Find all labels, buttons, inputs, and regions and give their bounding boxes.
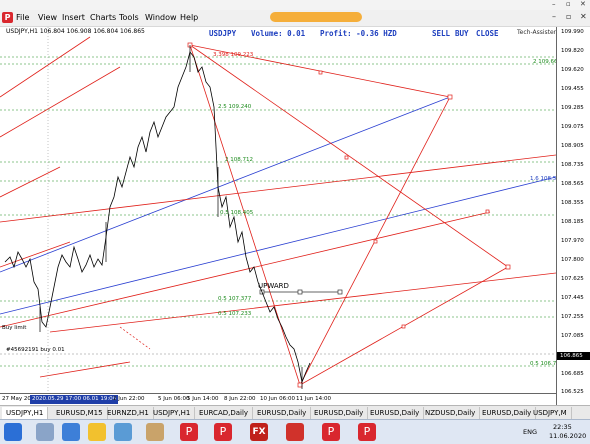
price-tick: 108.185: [561, 219, 584, 225]
chart-drawing-canvas[interactable]: [0, 27, 556, 393]
menu-window[interactable]: Window: [145, 13, 177, 22]
menu-file[interactable]: File: [16, 13, 29, 22]
media-icon[interactable]: [114, 423, 132, 441]
candlestick-series: [4, 51, 311, 384]
price-tick: 109.820: [561, 48, 584, 54]
fib-label: 2.5 109.240: [218, 104, 252, 110]
price-tick: 107.970: [561, 238, 584, 244]
price-tick: 107.445: [561, 295, 584, 301]
fib-label: 0.5 108.405: [220, 210, 254, 216]
folder-icon[interactable]: [88, 423, 106, 441]
time-tick: 5 Jun 06:00: [158, 396, 190, 402]
price-tick: 109.075: [561, 124, 584, 130]
minimize-button[interactable]: –: [552, 12, 556, 21]
candle-wicks: [39, 45, 303, 389]
volume-label[interactable]: Volume: 0.01: [251, 29, 305, 38]
price-chart[interactable]: USDJPY,H1 106.804 106.908 106.804 106.86…: [0, 27, 590, 405]
fib-label: 0.5 107.233: [218, 311, 252, 317]
profit-label: Profit: -0.36 HZD: [320, 29, 397, 38]
tech-assistant-label: Tech-Assistent: [517, 29, 560, 36]
chart-tab[interactable]: EURUSD,Daily: [366, 407, 425, 419]
file-explorer-icon[interactable]: [36, 423, 54, 441]
buy-button[interactable]: BUY: [455, 29, 469, 38]
close-button[interactable]: ✕: [580, 12, 587, 21]
fib-label: 0.5 107.377: [218, 296, 252, 302]
chart-tab[interactable]: EURUSD,Daily: [310, 407, 369, 419]
price-tick: 108.565: [561, 181, 584, 187]
fib-label: 3.398 109.223: [213, 52, 254, 58]
restore-button[interactable]: ▫: [566, 12, 571, 21]
projection-line[interactable]: [119, 326, 151, 350]
app-close-button[interactable]: ✕: [580, 0, 586, 8]
terminal-app-icon[interactable]: P: [322, 423, 340, 441]
time-tick: 8 Jun 22:00: [224, 396, 256, 402]
close-position-button[interactable]: CLOSE: [476, 29, 499, 38]
app-restore-button[interactable]: ▫: [566, 0, 571, 8]
chart-tab[interactable]: NZDUSD,Daily: [421, 407, 481, 419]
terminal-app-icon[interactable]: P: [358, 423, 376, 441]
blurred-account-region: [270, 12, 362, 22]
time-tick: 2 Jun 22:00: [113, 396, 145, 402]
chart-tab[interactable]: EURUSD,M15: [52, 407, 108, 419]
windows-start-icon[interactable]: [4, 423, 22, 441]
price-axis[interactable]: 109.990 109.820 109.620 109.455 109.285 …: [556, 27, 590, 405]
price-tick: 107.625: [561, 276, 584, 282]
price-tick: 109.620: [561, 67, 584, 73]
chart-tab[interactable]: USDJPY,H1: [2, 407, 49, 419]
app-minimize-button[interactable]: –: [552, 0, 556, 8]
price-tick: 107.800: [561, 257, 584, 263]
chart-tab[interactable]: EURCAD,Daily: [195, 407, 254, 419]
chart-tab[interactable]: USDJPY,H1: [149, 407, 196, 419]
time-tick: 5 Jun 14:00: [187, 396, 219, 402]
browser-icon[interactable]: [62, 423, 80, 441]
menu-insert[interactable]: Insert: [62, 13, 85, 22]
chart-tab[interactable]: EURNZD,H1: [103, 407, 154, 419]
menu-view[interactable]: View: [38, 13, 57, 22]
fib-label: 2 108.712: [225, 157, 253, 163]
clock-time[interactable]: 22:35: [553, 423, 572, 431]
chart-title: USDJPY,H1 106.804 106.908 106.804 106.86…: [6, 28, 145, 35]
clock-date[interactable]: 11.06.2020: [549, 432, 586, 440]
chart-tab[interactable]: USDJPY,M: [529, 407, 572, 419]
price-tick: 106.525: [561, 389, 584, 395]
chart-tab[interactable]: EURUSD,Daily: [253, 407, 312, 419]
order-label[interactable]: #45692191 buy 0.01: [6, 347, 65, 353]
price-tick: 108.905: [561, 143, 584, 149]
price-tick: 109.990: [561, 29, 584, 35]
language-indicator[interactable]: ENG: [523, 428, 537, 436]
windows-taskbar: P P FX P P ENG 22:35 11.06.2020: [0, 419, 590, 444]
price-tick: 107.085: [561, 333, 584, 339]
symbol-label: USDJPY: [209, 29, 237, 38]
price-tick: 108.355: [561, 200, 584, 206]
time-tick: 27 May 20: [2, 396, 31, 402]
terminal-app-icon[interactable]: P: [214, 423, 232, 441]
price-tick: 106.685: [561, 371, 584, 377]
upward-label[interactable]: UPWARD: [258, 282, 289, 290]
menu-bar: P File View Insert Charts Tools Window H…: [0, 10, 590, 27]
app-logo-icon[interactable]: P: [2, 12, 13, 23]
menu-charts[interactable]: Charts: [90, 13, 116, 22]
chart-tabs: USDJPY,H1 EURUSD,M15 EURNZD,H1 USDJPY,H1…: [0, 405, 590, 420]
current-price-marker: 106.865: [557, 352, 590, 360]
terminal-app-icon[interactable]: P: [180, 423, 198, 441]
price-tick: 109.455: [561, 86, 584, 92]
buy-limit-label[interactable]: Buy limit: [2, 325, 26, 331]
menu-help[interactable]: Help: [180, 13, 198, 22]
upward-marker[interactable]: [259, 289, 343, 295]
price-tick: 109.285: [561, 105, 584, 111]
time-tick: 11 Jun 14:00: [296, 396, 331, 402]
chart-tab[interactable]: EURUSD,Daily: [478, 407, 537, 419]
price-tick: 108.735: [561, 162, 584, 168]
menu-tools[interactable]: Tools: [119, 13, 139, 22]
gear-app-icon[interactable]: [286, 423, 304, 441]
tool-icon[interactable]: [146, 423, 164, 441]
red-trendlines[interactable]: [0, 36, 556, 386]
title-bar: [0, 0, 590, 10]
price-tick: 107.255: [561, 314, 584, 320]
sell-button[interactable]: SELL: [432, 29, 450, 38]
crosshair-time-label: 2020.05.29 17:00 06.01 19:00: [30, 395, 119, 404]
time-tick: 10 Jun 06:00: [260, 396, 295, 402]
fx-app-icon[interactable]: FX: [250, 423, 268, 441]
